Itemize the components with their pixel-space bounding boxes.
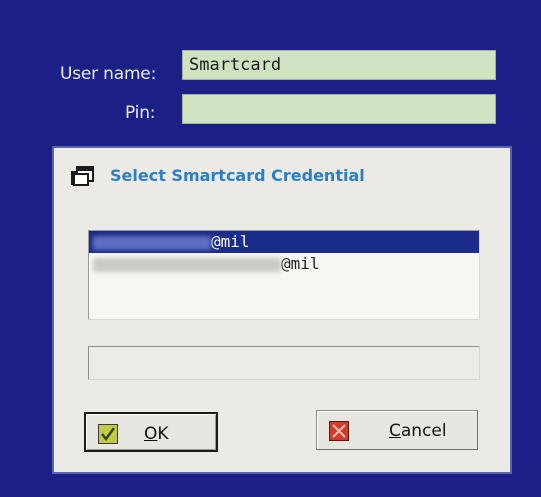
- redacted-identifier: [93, 235, 211, 250]
- select-credential-dialog: Select Smartcard Credential @mil @mil OK…: [52, 146, 512, 474]
- credential-item[interactable]: @mil: [89, 231, 479, 253]
- credential-suffix: @mil: [281, 254, 320, 273]
- redacted-identifier: [93, 257, 281, 272]
- window-stack-icon: [71, 166, 94, 186]
- username-field[interactable]: Smartcard: [182, 50, 496, 80]
- cancel-label: Cancel: [389, 421, 447, 441]
- ok-button[interactable]: OK: [84, 412, 218, 452]
- status-field: [88, 346, 480, 380]
- dialog-title: Select Smartcard Credential: [110, 166, 365, 185]
- green-check-icon: [98, 424, 118, 444]
- credential-item[interactable]: @mil: [89, 253, 320, 275]
- cancel-button[interactable]: Cancel: [316, 410, 478, 450]
- credential-list[interactable]: @mil @mil: [88, 230, 480, 320]
- credential-suffix: @mil: [211, 232, 250, 251]
- username-label: User name:: [60, 64, 157, 84]
- pin-label: Pin:: [125, 103, 156, 123]
- ok-label: OK: [144, 424, 169, 444]
- red-x-icon: [329, 421, 349, 441]
- pin-field[interactable]: [182, 94, 496, 124]
